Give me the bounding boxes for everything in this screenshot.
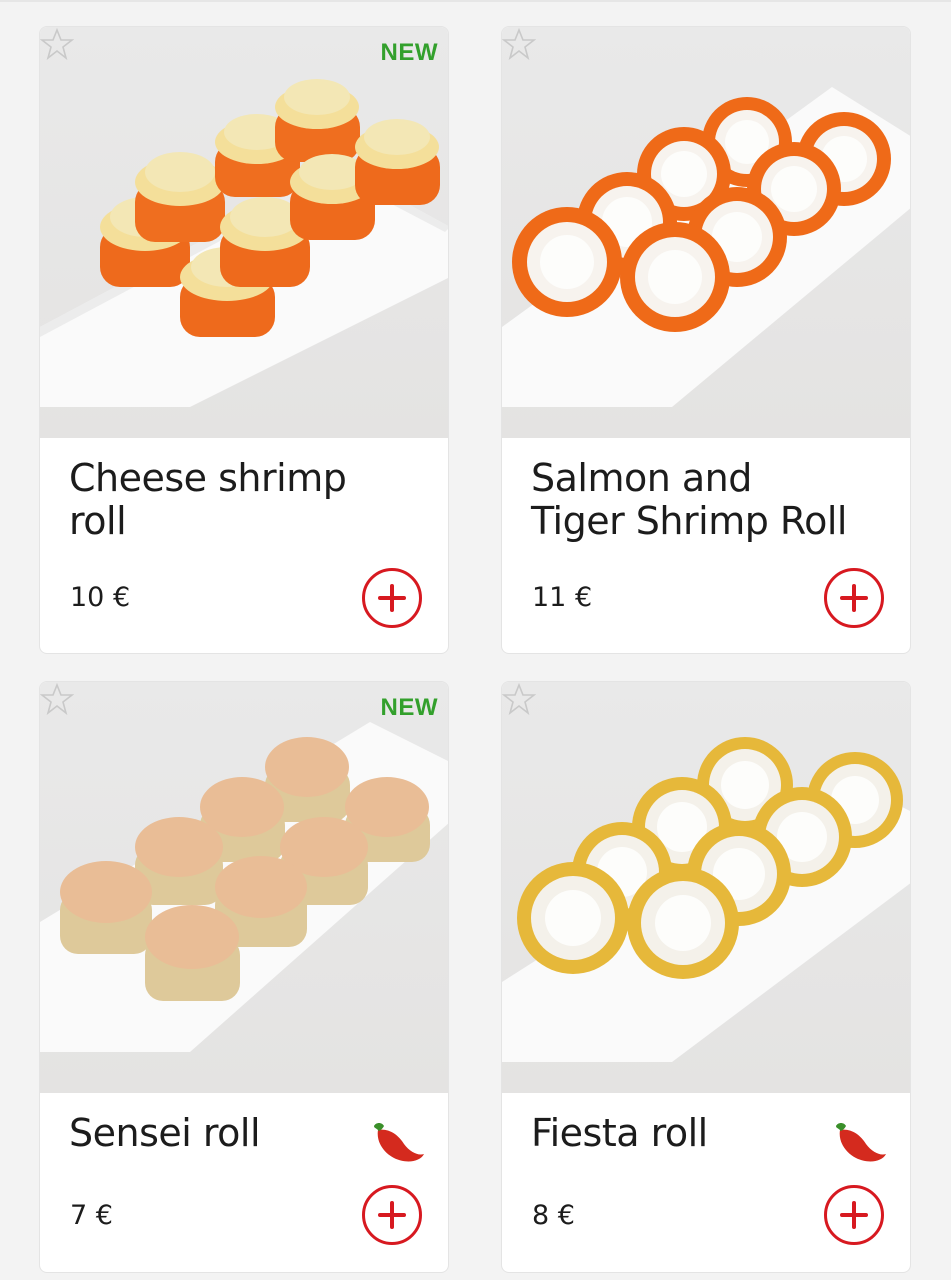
product-price: 10 €	[70, 582, 131, 613]
product-photo[interactable]: NEW	[40, 682, 448, 1093]
star-outline-icon[interactable]	[502, 682, 536, 716]
chili-pepper-icon	[836, 1123, 886, 1162]
product-photo[interactable]: NEW	[40, 27, 448, 438]
top-divider	[0, 0, 951, 2]
new-badge: NEW	[380, 39, 438, 66]
product-price: 7 €	[70, 1200, 113, 1231]
product-photo[interactable]	[502, 27, 910, 438]
product-card-fiesta-roll[interactable]: Fiesta roll 8 €	[501, 681, 911, 1273]
new-badge: NEW	[380, 694, 438, 721]
product-title[interactable]: Sensei roll	[69, 1112, 389, 1155]
product-title[interactable]: Fiesta roll	[531, 1112, 851, 1155]
star-outline-icon[interactable]	[40, 682, 74, 716]
add-to-cart-button[interactable]	[824, 568, 884, 628]
product-price: 11 €	[532, 582, 593, 613]
add-to-cart-button[interactable]	[362, 568, 422, 628]
star-outline-icon[interactable]	[40, 27, 74, 61]
product-card-cheese-shrimp-roll[interactable]: NEW Cheese shrimp roll 10 €	[39, 26, 449, 654]
product-card-salmon-tiger-shrimp-roll[interactable]: Salmon and Tiger Shrimp Roll 11 €	[501, 26, 911, 654]
product-card-sensei-roll[interactable]: NEW Sensei roll 7 €	[39, 681, 449, 1273]
add-to-cart-button[interactable]	[824, 1185, 884, 1245]
star-outline-icon[interactable]	[502, 27, 536, 61]
product-title[interactable]: Cheese shrimp roll	[69, 457, 389, 543]
product-title[interactable]: Salmon and Tiger Shrimp Roll	[531, 457, 851, 543]
product-photo[interactable]	[502, 682, 910, 1093]
product-price: 8 €	[532, 1200, 575, 1231]
add-to-cart-button[interactable]	[362, 1185, 422, 1245]
chili-pepper-icon	[374, 1123, 424, 1162]
